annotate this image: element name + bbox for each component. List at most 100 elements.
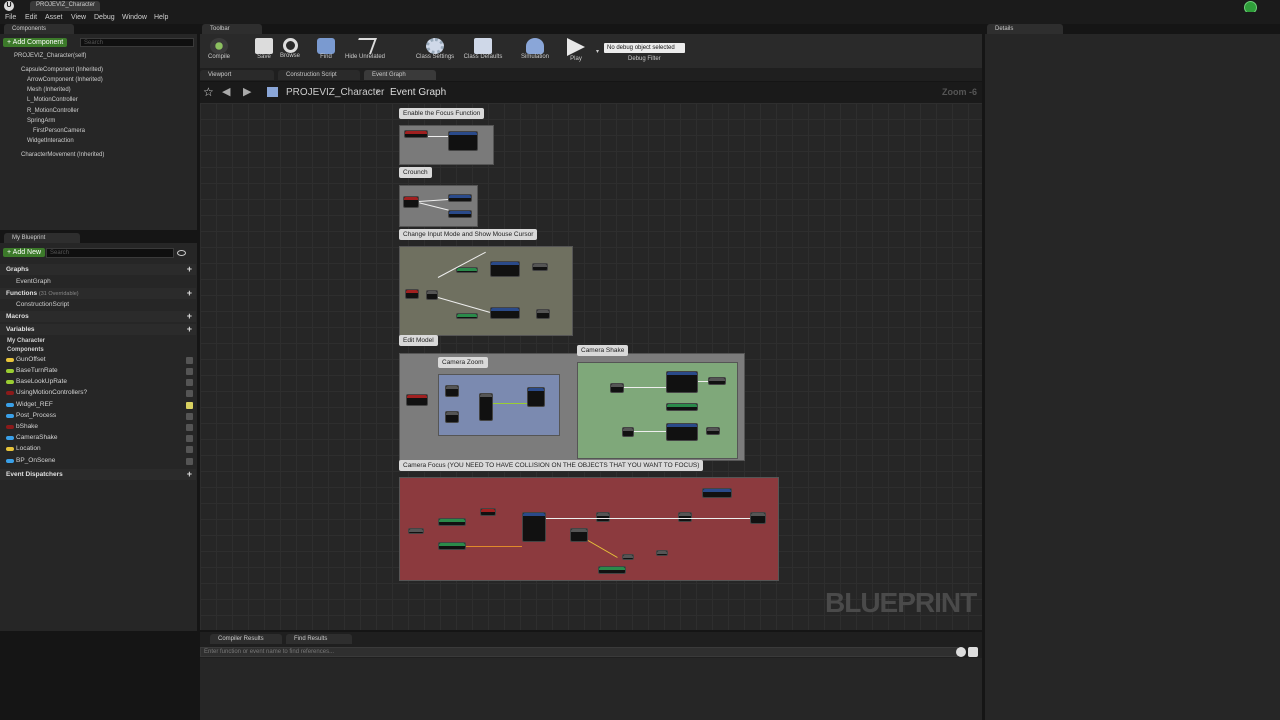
graph-node[interactable]: [666, 423, 698, 441]
tab-components[interactable]: Components: [4, 24, 74, 34]
variable-row[interactable]: BaseTurnRate: [0, 366, 196, 377]
graph-node[interactable]: [490, 307, 520, 319]
variable-visibility-icon[interactable]: [186, 402, 193, 409]
variable-visibility-icon[interactable]: [186, 390, 193, 397]
graph-node[interactable]: [522, 512, 546, 542]
variable-visibility-icon[interactable]: [186, 435, 193, 442]
class-settings-button[interactable]: Class Settings: [413, 36, 457, 66]
tab-toolbar[interactable]: Toolbar: [202, 24, 262, 34]
comment-box[interactable]: [438, 374, 560, 436]
component-root[interactable]: PROJEVIZ_Character(self): [14, 53, 86, 59]
comment-title[interactable]: Edit Model: [399, 335, 438, 346]
tab-find-results[interactable]: Find Results: [286, 634, 352, 644]
graph-node[interactable]: [666, 403, 698, 411]
tab-event-graph[interactable]: Event Graph: [364, 70, 436, 80]
graph-node[interactable]: [456, 313, 478, 319]
graph-node[interactable]: [706, 427, 720, 435]
menu-file[interactable]: File: [5, 14, 16, 21]
graph-node[interactable]: [708, 377, 726, 385]
graph-node[interactable]: [448, 210, 472, 218]
forward-arrow-icon[interactable]: ▶: [243, 85, 251, 98]
browse-button[interactable]: Browse: [270, 36, 310, 66]
search-icon[interactable]: [956, 647, 966, 657]
comment-title[interactable]: Camera Focus (YOU NEED TO HAVE COLLISION…: [399, 460, 704, 471]
event-dispatchers-header[interactable]: Event Dispatchers +: [0, 469, 196, 480]
favorite-star-icon[interactable]: ☆: [203, 85, 214, 99]
add-component-button[interactable]: + Add Component: [3, 38, 68, 47]
variable-visibility-icon[interactable]: [186, 458, 193, 465]
variable-visibility-icon[interactable]: [186, 413, 193, 420]
graph-node[interactable]: [598, 566, 626, 574]
graphs-header[interactable]: Graphs +: [0, 264, 196, 275]
graph-item-eventgraph[interactable]: EventGraph: [16, 278, 51, 285]
play-options-chevron-icon[interactable]: ▾: [596, 48, 599, 55]
back-arrow-icon[interactable]: ◀: [222, 85, 230, 98]
variable-visibility-icon[interactable]: [186, 357, 193, 364]
graph-node[interactable]: [702, 488, 732, 498]
component-item[interactable]: SpringArm: [27, 118, 55, 124]
simulation-button[interactable]: Simulation: [515, 36, 555, 66]
menu-asset[interactable]: Asset: [45, 14, 63, 21]
variable-row[interactable]: BaseLookUpRate: [0, 377, 196, 388]
breadcrumb-graph[interactable]: Event Graph: [390, 87, 446, 98]
variable-row[interactable]: BP_OnScene: [0, 456, 196, 467]
tab-viewport[interactable]: Viewport: [200, 70, 274, 80]
graph-node[interactable]: [678, 512, 692, 522]
category-components[interactable]: Components: [7, 347, 44, 353]
variable-row[interactable]: bShake: [0, 422, 196, 433]
graph-node[interactable]: [445, 411, 459, 423]
variable-row[interactable]: Location: [0, 444, 196, 455]
add-new-button[interactable]: + Add New: [3, 248, 46, 257]
graph-node[interactable]: [656, 550, 668, 556]
graph-node[interactable]: [438, 518, 466, 526]
graph-node[interactable]: [750, 512, 766, 524]
add-macro-icon[interactable]: +: [187, 311, 192, 321]
play-button[interactable]: Play: [557, 36, 595, 66]
variable-row[interactable]: Post_Process: [0, 411, 196, 422]
graph-node[interactable]: [536, 309, 550, 319]
component-item[interactable]: R_MotionController: [27, 108, 79, 114]
graph-node[interactable]: [445, 385, 459, 397]
comment-title[interactable]: Enable the Focus Function: [399, 108, 485, 119]
graph-node[interactable]: [622, 554, 634, 560]
blueprint-search-input[interactable]: Search: [46, 248, 174, 258]
add-dispatcher-icon[interactable]: +: [187, 469, 192, 479]
component-item[interactable]: ArrowComponent (Inherited): [27, 77, 103, 83]
variable-visibility-icon[interactable]: [186, 379, 193, 386]
menu-help[interactable]: Help: [154, 14, 168, 21]
comment-title[interactable]: Camera Shake: [577, 345, 629, 356]
component-item[interactable]: CapsuleComponent (Inherited): [21, 67, 103, 73]
component-item[interactable]: WidgetInteraction: [27, 138, 74, 144]
graph-node[interactable]: [480, 508, 496, 516]
graph-node[interactable]: [448, 131, 478, 151]
variable-row[interactable]: GunOffset: [0, 355, 196, 366]
breadcrumb-asset[interactable]: PROJEVIZ_Character: [286, 87, 384, 98]
component-item[interactable]: Mesh (Inherited): [27, 87, 71, 93]
comment-box[interactable]: [577, 362, 738, 459]
graph-node[interactable]: [456, 267, 478, 273]
graph-node[interactable]: [570, 528, 588, 542]
menu-window[interactable]: Window: [122, 14, 147, 21]
graph-node[interactable]: [403, 196, 419, 208]
graph-node[interactable]: [596, 512, 610, 522]
graph-node[interactable]: [438, 542, 466, 550]
graph-node[interactable]: [408, 528, 424, 534]
variable-visibility-icon[interactable]: [186, 446, 193, 453]
document-tab[interactable]: PROJEVIZ_Character: [30, 1, 100, 11]
visibility-eye-icon[interactable]: [177, 250, 186, 256]
tab-compiler-results[interactable]: Compiler Results: [210, 634, 282, 644]
variable-visibility-icon[interactable]: [186, 368, 193, 375]
variables-header[interactable]: Variables +: [0, 324, 196, 335]
variable-visibility-icon[interactable]: [186, 424, 193, 431]
comment-title[interactable]: Crounch: [399, 167, 432, 178]
add-graph-icon[interactable]: +: [187, 264, 192, 274]
function-item[interactable]: ConstructionScript: [16, 301, 69, 308]
graph-node[interactable]: [448, 194, 472, 202]
variable-row[interactable]: CameraShake: [0, 433, 196, 444]
hide-unrelated-button[interactable]: Hide Unrelated: [340, 36, 390, 66]
macros-header[interactable]: Macros +: [0, 311, 196, 322]
comment-box[interactable]: [399, 125, 494, 165]
variable-row[interactable]: Widget_REF: [0, 400, 196, 411]
graph-node[interactable]: [406, 394, 428, 406]
tab-my-blueprint[interactable]: My Blueprint: [4, 233, 80, 243]
